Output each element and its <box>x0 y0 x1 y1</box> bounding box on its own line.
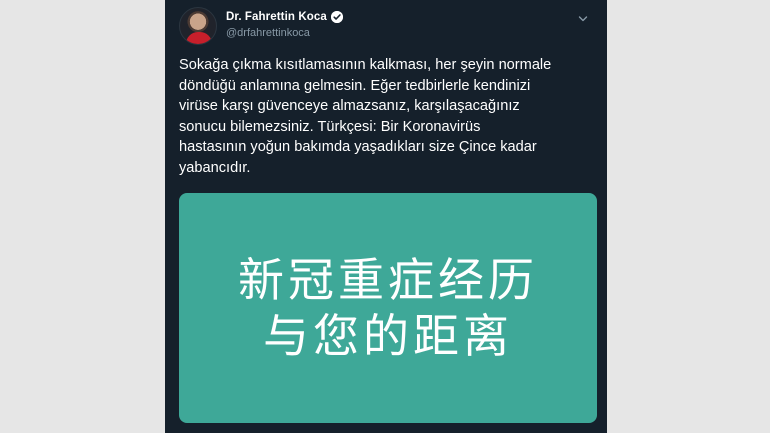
avatar[interactable] <box>179 7 217 45</box>
author-name-row: Dr. Fahrettin Koca <box>226 11 343 23</box>
author-handle[interactable]: @drfahrettinkoca <box>226 27 310 39</box>
tweet-card[interactable]: Dr. Fahrettin Koca @drfahrettinkoca Soka… <box>165 0 607 433</box>
tweet-header: Dr. Fahrettin Koca @drfahrettinkoca <box>179 7 599 47</box>
tweet-media-image[interactable]: 新冠重症经历 与您的距离 <box>179 193 597 423</box>
tweet-text: Sokağa çıkma kısıtlamasının kalkması, he… <box>179 57 552 176</box>
media-text-line-2: 与您的距离 <box>263 309 513 363</box>
author-display-name[interactable]: Dr. Fahrettin Koca <box>226 11 327 23</box>
chevron-down-icon[interactable] <box>575 11 591 27</box>
media-text-line-1: 新冠重症经历 <box>238 253 538 307</box>
verified-badge-icon <box>330 11 343 23</box>
